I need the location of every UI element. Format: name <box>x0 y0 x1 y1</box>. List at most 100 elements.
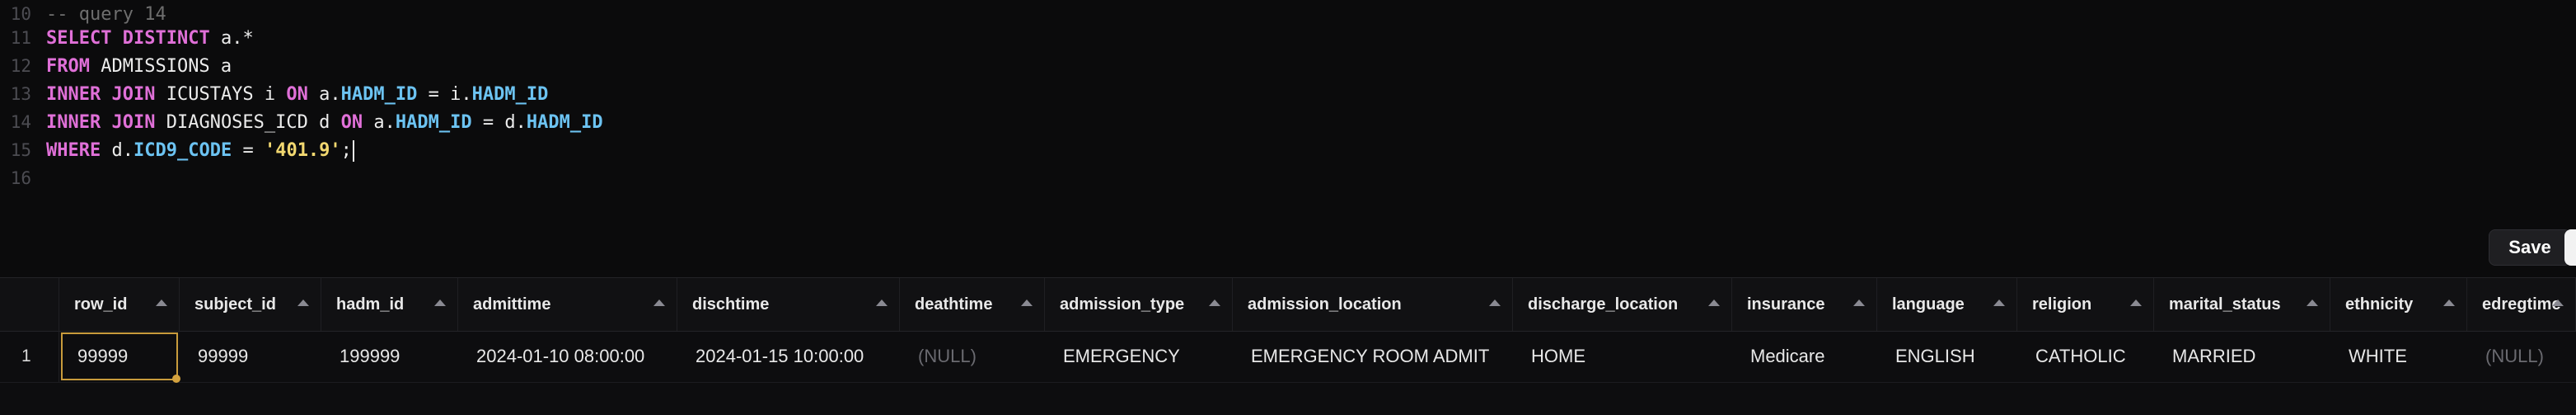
code-token: JOIN <box>111 112 156 133</box>
code-token: HADM_ID <box>340 84 418 105</box>
table-cell-language[interactable]: ENGLISH <box>1877 331 2017 382</box>
sort-arrow-icon[interactable] <box>1993 299 2005 306</box>
table-cell-subject-id[interactable]: 99999 <box>180 331 321 382</box>
column-header-ethnicity[interactable]: ethnicity <box>2330 278 2467 331</box>
sql-editor[interactable]: 10 -- query 14 11 SELECT DISTINCT a.* 12 FROM… <box>0 0 2576 223</box>
table-cell-admission-type[interactable]: EMERGENCY <box>1045 331 1233 382</box>
code-token: WHERE <box>46 140 101 161</box>
column-header-marital-status[interactable]: marital_status <box>2154 278 2330 331</box>
row-number-header <box>0 278 59 331</box>
column-header-label: row_id <box>74 295 128 314</box>
table-cell-religion[interactable]: CATHOLIC <box>2017 331 2154 382</box>
code-token: a.* <box>209 28 254 49</box>
column-header-label: insurance <box>1747 295 1825 314</box>
code-token: = i. <box>417 84 472 105</box>
code-token: FROM <box>46 56 90 77</box>
column-header-admission-type[interactable]: admission_type <box>1045 278 1233 331</box>
column-header-discharge-location[interactable]: discharge_location <box>1513 278 1732 331</box>
column-header-insurance[interactable]: insurance <box>1732 278 1877 331</box>
sort-arrow-icon[interactable] <box>2443 299 2455 306</box>
column-header-label: discharge_location <box>1528 295 1679 314</box>
sort-arrow-icon[interactable] <box>1708 299 1720 306</box>
grid-header: row_id subject_id hadm_id admittime dischtim… <box>0 278 2576 332</box>
line-number: 12 <box>10 56 31 76</box>
table-cell-row-id[interactable]: 99999 <box>59 331 180 382</box>
sort-arrow-icon[interactable] <box>1489 299 1501 306</box>
column-header-admittime[interactable]: admittime <box>458 278 677 331</box>
table-cell-admittime[interactable]: 2024-01-10 08:00:00 <box>458 331 677 382</box>
code-token: ON <box>286 84 308 105</box>
column-header-edregtime[interactable]: edregtime <box>2467 278 2576 331</box>
sort-arrow-icon[interactable] <box>156 299 167 306</box>
sort-arrow-icon[interactable] <box>1209 299 1220 306</box>
sort-arrow-icon[interactable] <box>297 299 309 306</box>
table-cell-deathtime[interactable]: (NULL) <box>900 331 1045 382</box>
sort-arrow-icon[interactable] <box>1021 299 1033 306</box>
side-panel-button[interactable] <box>2564 229 2576 266</box>
code-token: ICUSTAYS i <box>155 84 287 105</box>
line-number: 11 <box>10 28 31 48</box>
code-token: '401.9' <box>264 140 341 161</box>
line-number: 16 <box>10 168 31 188</box>
column-header-label: deathtime <box>915 295 993 314</box>
code-token: SELECT <box>46 28 112 49</box>
column-header-admission-location[interactable]: admission_location <box>1233 278 1513 331</box>
table-cell-insurance[interactable]: Medicare <box>1732 331 1877 382</box>
column-header-dischtime[interactable]: dischtime <box>677 278 900 331</box>
table-cell-discharge-location[interactable]: HOME <box>1513 331 1732 382</box>
save-button[interactable]: Save <box>2489 229 2571 266</box>
column-header-language[interactable]: language <box>1877 278 2017 331</box>
column-header-label: admittime <box>473 295 551 314</box>
sort-arrow-icon[interactable] <box>2552 299 2564 306</box>
column-header-label: religion <box>2032 295 2092 314</box>
code-line[interactable]: 16 <box>0 164 46 192</box>
sort-arrow-icon[interactable] <box>434 299 446 306</box>
sort-arrow-icon[interactable] <box>653 299 665 306</box>
code-line[interactable]: 14 INNER JOIN DIAGNOSES_ICD d ON a.HADM_I… <box>0 108 603 136</box>
column-header-label: marital_status <box>2169 295 2281 314</box>
code-line[interactable]: 12 FROM ADMISSIONS a <box>0 52 232 80</box>
code-token: = d. <box>471 112 527 133</box>
code-line[interactable]: 15 WHERE d.ICD9_CODE = '401.9'; <box>0 136 354 164</box>
table-row[interactable]: 1 99999 99999 199999 2024-01-10 08:00:00 2024… <box>0 331 2576 383</box>
code-token: = <box>232 140 265 161</box>
code-token: ADMISSIONS a <box>89 56 232 77</box>
row-number[interactable]: 1 <box>0 331 59 382</box>
code-token: HADM_ID <box>395 112 472 133</box>
code-line[interactable]: 13 INNER JOIN ICUSTAYS i ON a.HADM_ID = i… <box>0 80 549 108</box>
code-token: DIAGNOSES_ICD d <box>155 112 341 133</box>
column-header-label: admission_location <box>1248 295 1402 314</box>
table-cell-hadm-id[interactable]: 199999 <box>321 331 458 382</box>
column-header-hadm-id[interactable]: hadm_id <box>321 278 458 331</box>
code-token: INNER <box>46 84 101 105</box>
column-header-label: subject_id <box>194 295 276 314</box>
sort-arrow-icon[interactable] <box>1853 299 1865 306</box>
sort-arrow-icon[interactable] <box>876 299 888 306</box>
table-cell-marital-status[interactable]: MARRIED <box>2154 331 2330 382</box>
code-token: a. <box>307 84 341 105</box>
table-cell-edregtime[interactable]: (NULL) <box>2467 331 2576 382</box>
table-cell-ethnicity[interactable]: WHITE <box>2330 331 2467 382</box>
column-header-deathtime[interactable]: deathtime <box>900 278 1045 331</box>
sort-arrow-icon[interactable] <box>2307 299 2318 306</box>
code-token: d. <box>101 140 133 161</box>
code-token: HADM_ID <box>471 84 549 105</box>
column-header-label: admission_type <box>1060 295 1185 314</box>
column-header-row-id[interactable]: row_id <box>59 278 180 331</box>
sort-arrow-icon[interactable] <box>2130 299 2142 306</box>
column-header-label: hadm_id <box>336 295 405 314</box>
code-line[interactable]: 11 SELECT DISTINCT a.* <box>0 24 254 52</box>
column-header-religion[interactable]: religion <box>2017 278 2154 331</box>
code-token: ICD9_CODE <box>133 140 232 161</box>
results-grid[interactable]: row_id subject_id hadm_id admittime dischtim… <box>0 277 2576 415</box>
column-header-subject-id[interactable]: subject_id <box>180 278 321 331</box>
code-token: JOIN <box>111 84 156 105</box>
code-token: INNER <box>46 112 101 133</box>
table-cell-admission-location[interactable]: EMERGENCY ROOM ADMIT <box>1233 331 1513 382</box>
code-token: ; <box>340 140 352 161</box>
table-cell-dischtime[interactable]: 2024-01-15 10:00:00 <box>677 331 900 382</box>
code-token: -- query 14 <box>46 4 166 25</box>
